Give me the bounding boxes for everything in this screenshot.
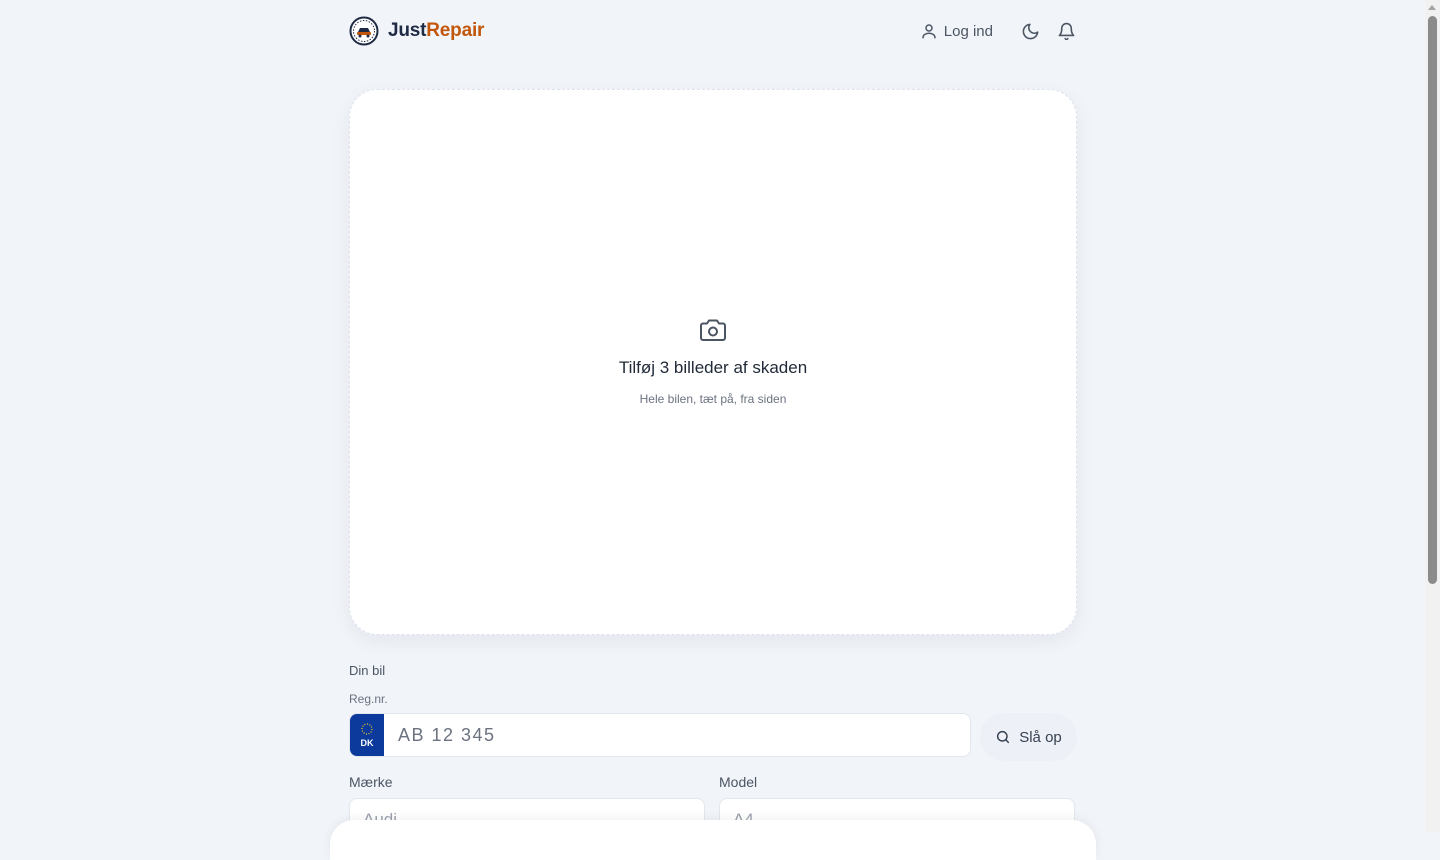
camera-icon <box>700 319 726 341</box>
logo[interactable]: JustRepair <box>349 16 484 46</box>
reg-number-label: Reg.nr. <box>349 692 388 706</box>
bottom-sheet-edge <box>330 820 1096 860</box>
lookup-label: Slå op <box>1019 728 1062 746</box>
moon-icon <box>1022 23 1038 39</box>
theme-toggle-button[interactable] <box>1019 20 1041 42</box>
upload-subtitle: Hele bilen, tæt på, fra siden <box>639 392 787 406</box>
logo-icon <box>349 16 379 46</box>
section-title-din-bil: Din bil <box>349 663 386 678</box>
lookup-button[interactable]: Slå op <box>980 713 1077 761</box>
license-plate-field: DK <box>349 713 971 757</box>
user-icon <box>922 24 936 39</box>
bell-icon <box>1058 22 1074 40</box>
plate-country-code: DK <box>360 738 374 748</box>
reg-number-input[interactable] <box>384 714 970 756</box>
upload-content: Tilføj 3 billeder af skaden Hele bilen, … <box>350 318 1076 406</box>
brand-name: JustRepair <box>388 20 484 42</box>
page-scrollbar[interactable] <box>1425 0 1440 832</box>
eu-stars-icon <box>361 723 373 735</box>
make-label: Mærke <box>349 774 393 790</box>
photo-upload-dropzone[interactable]: Tilføj 3 billeder af skaden Hele bilen, … <box>349 89 1077 635</box>
scrollbar-thumb[interactable] <box>1428 16 1437 584</box>
brand-name-part1: Just <box>388 20 427 41</box>
search-icon <box>997 730 1010 744</box>
notifications-button[interactable] <box>1055 20 1077 42</box>
model-label: Model <box>719 774 758 790</box>
login-label: Log ind <box>943 22 993 40</box>
header: JustRepair Log ind <box>349 16 1077 48</box>
upload-title: Tilføj 3 billeder af skaden <box>618 358 808 377</box>
brand-name-part2: Repair <box>426 20 485 41</box>
login-button[interactable]: Log ind <box>920 22 993 40</box>
scroll-up-arrow-icon[interactable] <box>1428 5 1436 10</box>
eu-plate-badge: DK <box>350 714 384 756</box>
header-actions: Log ind <box>920 20 1077 42</box>
